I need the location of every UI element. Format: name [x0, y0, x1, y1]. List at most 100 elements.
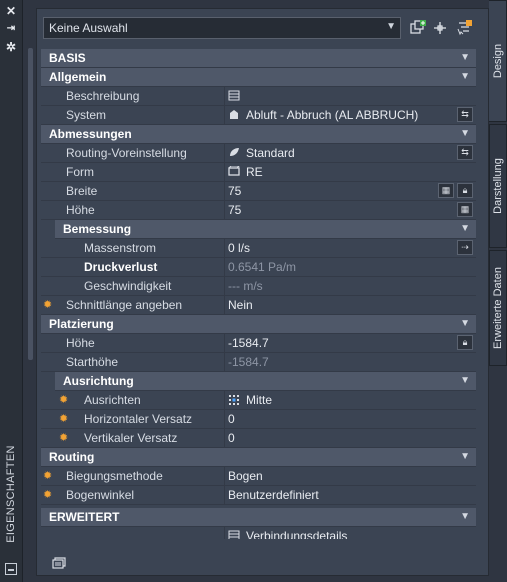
tab-design[interactable]: Design: [489, 0, 507, 122]
select-from-drawing-button[interactable]: ⇆: [457, 107, 473, 122]
property-row-horizontaler-versatz[interactable]: ✹ Horizontaler Versatz 0: [41, 410, 476, 429]
property-value[interactable]: Benutzerdefiniert: [228, 488, 319, 502]
asterisk-icon: ✹: [43, 470, 53, 482]
leaf-icon: [230, 148, 239, 156]
section-allgemein[interactable]: Allgemein ▼: [41, 68, 476, 87]
property-row-druckverlust[interactable]: Druckverlust 0.6541 Pa/m: [41, 258, 476, 277]
asterisk-icon: ✹: [43, 489, 53, 501]
section-ausrichtung[interactable]: Ausrichtung ▼: [55, 372, 476, 391]
property-value[interactable]: 0: [228, 431, 235, 445]
property-label: Bogenwinkel: [66, 488, 135, 502]
pin-icon[interactable]: ⇥: [3, 22, 19, 36]
section-title: Platzierung: [49, 317, 114, 331]
calculator-icon[interactable]: ▦: [438, 183, 454, 198]
property-label: Starthöhe: [66, 355, 119, 369]
selection-value: Keine Auswahl: [49, 21, 128, 35]
calculator-icon[interactable]: ▦: [457, 202, 473, 217]
property-row-geschwindigkeit[interactable]: Geschwindigkeit --- m/s: [41, 277, 476, 296]
properties-panel: Keine Auswahl ▼ BASIS ▼ Allgemein ▼ Besc…: [36, 8, 489, 576]
asterisk-icon: ✹: [59, 394, 69, 406]
asterisk-icon: ✹: [43, 299, 53, 311]
property-row-biegungsmethode[interactable]: ✹ Biegungsmethode Bogen: [41, 467, 476, 486]
property-value[interactable]: Verbindungsdetails: [228, 529, 347, 539]
property-label: Beschreibung: [66, 89, 140, 103]
asterisk-icon: ✹: [59, 432, 69, 444]
close-icon[interactable]: ✕: [3, 4, 19, 18]
palette-menu-icon[interactable]: [5, 563, 17, 575]
property-row-ausrichten[interactable]: ✹ Ausrichten Mitte: [41, 391, 476, 410]
property-value[interactable]: RE: [228, 165, 263, 179]
property-value[interactable]: Bogen: [228, 469, 263, 483]
property-label: Höhe: [66, 203, 95, 217]
property-row-vertikaler-versatz[interactable]: ✹ Vertikaler Versatz 0: [41, 429, 476, 448]
property-value[interactable]: 0 l/s: [228, 241, 250, 255]
property-row-form[interactable]: Form RE: [41, 163, 476, 182]
property-value: --- m/s: [228, 279, 263, 293]
property-row-hoehe[interactable]: Höhe 75 ▦: [41, 201, 476, 220]
property-row-massenstrom[interactable]: Massenstrom 0 l/s ⇢: [41, 239, 476, 258]
property-label: Vertikaler Versatz: [84, 431, 178, 445]
scrollbar[interactable]: [28, 48, 33, 360]
quick-properties-icon[interactable]: [51, 555, 67, 569]
section-bemessung[interactable]: Bemessung ▼: [55, 220, 476, 239]
section-title: BASIS: [49, 51, 86, 65]
selection-dropdown[interactable]: Keine Auswahl ▼: [43, 17, 401, 39]
property-label: Horizontaler Versatz: [84, 412, 193, 426]
property-value[interactable]: Mitte: [228, 393, 272, 407]
property-value[interactable]: [228, 89, 246, 103]
section-basis[interactable]: BASIS ▼: [41, 49, 476, 68]
property-row-routing-voreinstellung[interactable]: Routing-Voreinstellung Standard ⇆: [41, 144, 476, 163]
property-row-verbindungsdetails[interactable]: Verbindungsdetails: [41, 527, 476, 539]
property-value[interactable]: -1584.7: [228, 336, 269, 350]
property-row-breite[interactable]: Breite 75 ▦ 🔒︎: [41, 182, 476, 201]
chevron-down-icon[interactable]: ▼: [460, 511, 470, 522]
property-row-schnittlaenge[interactable]: ✹ Schnittlänge angeben Nein: [41, 296, 476, 315]
property-row-beschreibung[interactable]: Beschreibung: [41, 87, 476, 106]
chevron-down-icon[interactable]: ▼: [460, 375, 470, 386]
section-platzierung[interactable]: Platzierung ▼: [41, 315, 476, 334]
chevron-down-icon: ▼: [386, 21, 396, 32]
chevron-down-icon[interactable]: ▼: [460, 71, 470, 82]
tab-erweiterte-daten[interactable]: Erweiterte Daten: [489, 250, 507, 366]
chevron-down-icon[interactable]: ▼: [460, 52, 470, 63]
tab-darstellung[interactable]: Darstellung: [489, 124, 507, 248]
section-abmessungen[interactable]: Abmessungen ▼: [41, 125, 476, 144]
edit-dialog-icon[interactable]: [228, 90, 240, 101]
system-style-icon: [230, 110, 238, 119]
select-objects-icon[interactable]: [409, 20, 427, 36]
property-value[interactable]: 75: [228, 184, 241, 198]
property-grid: BASIS ▼ Allgemein ▼ Beschreibung System …: [41, 49, 476, 539]
property-label: Form: [66, 165, 94, 179]
settings-icon[interactable]: ✲: [3, 40, 19, 54]
chevron-down-icon[interactable]: ▼: [460, 223, 470, 234]
property-value[interactable]: 0: [228, 412, 235, 426]
property-value: 0.6541 Pa/m: [228, 260, 297, 274]
property-value[interactable]: Nein: [228, 298, 253, 312]
section-erweitert[interactable]: ERWEITERT ▼: [41, 508, 476, 527]
property-row-system[interactable]: System Abluft - Abbruch (AL ABBRUCH) ⇆: [41, 106, 476, 125]
quick-select-icon[interactable]: [455, 20, 473, 36]
flow-calc-button[interactable]: ⇢: [457, 240, 473, 255]
pick-add-icon[interactable]: [431, 20, 449, 36]
chevron-down-icon[interactable]: ▼: [460, 451, 470, 462]
property-value[interactable]: Standard: [228, 146, 295, 160]
property-row-bogenwinkel[interactable]: ✹ Bogenwinkel Benutzerdefiniert: [41, 486, 476, 505]
property-row-hoehe-platzierung[interactable]: Höhe -1584.7 🔒︎: [41, 334, 476, 353]
lock-icon[interactable]: 🔒︎: [457, 335, 473, 350]
property-label: System: [66, 108, 107, 122]
property-value[interactable]: 75: [228, 203, 241, 217]
section-routing[interactable]: Routing ▼: [41, 448, 476, 467]
property-row-starthoehe[interactable]: Starthöhe -1584.7: [41, 353, 476, 372]
chevron-down-icon[interactable]: ▼: [460, 318, 470, 329]
chevron-down-icon[interactable]: ▼: [460, 128, 470, 139]
property-label: Höhe: [66, 336, 95, 350]
select-from-drawing-button[interactable]: ⇆: [457, 145, 473, 160]
section-title: Ausrichtung: [63, 374, 134, 388]
rectangular-duct-icon: [228, 166, 240, 176]
edit-dialog-icon[interactable]: [228, 530, 240, 539]
lock-icon[interactable]: 🔒︎: [457, 183, 473, 198]
property-value[interactable]: Abluft - Abbruch (AL ABBRUCH): [228, 108, 418, 122]
property-label: Biegungsmethode: [66, 469, 163, 483]
tab-strip: Design Darstellung Erweiterte Daten: [489, 0, 507, 582]
section-title: ERWEITERT: [49, 510, 120, 524]
